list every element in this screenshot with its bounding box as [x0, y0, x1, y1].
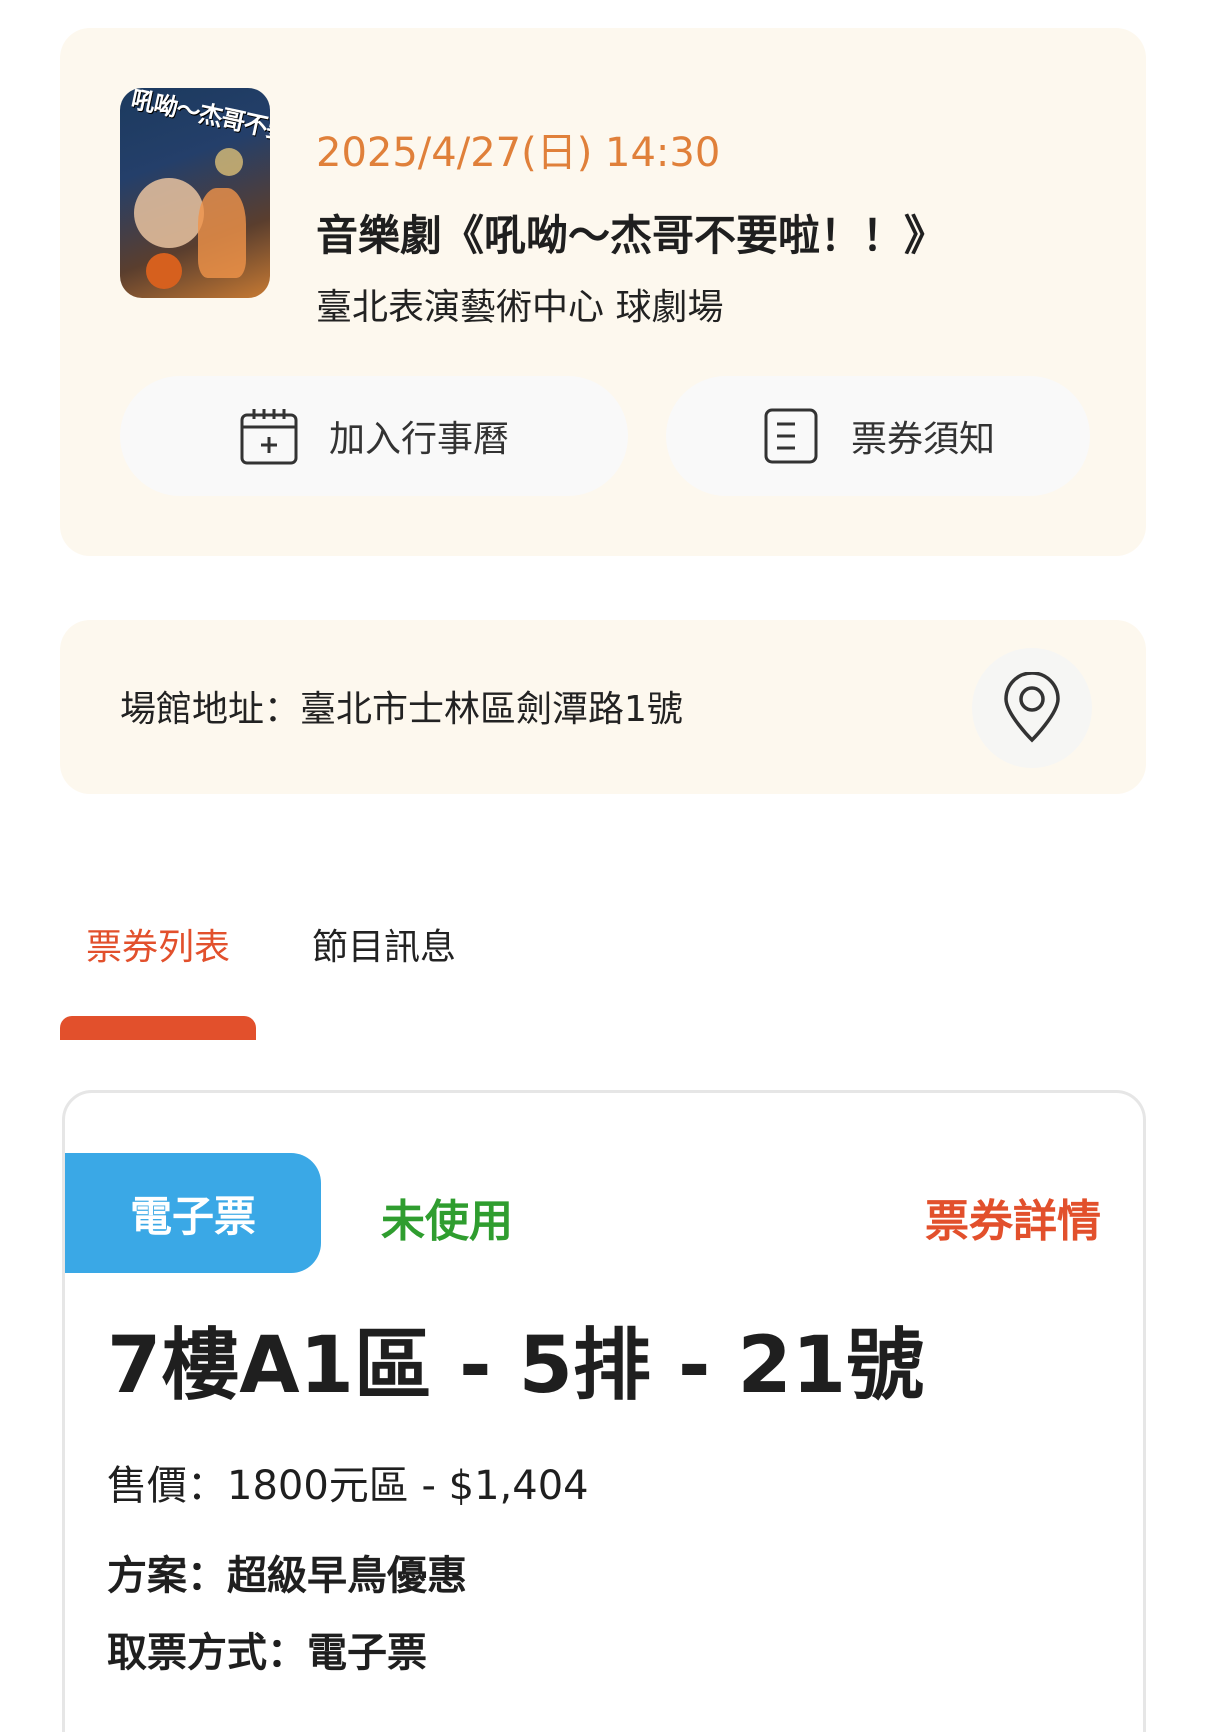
map-button[interactable] — [972, 648, 1092, 768]
add-to-calendar-button[interactable]: 加入行事曆 — [120, 376, 628, 496]
ticket-plan: 方案：超級早鳥優惠 — [107, 1553, 467, 1599]
seat-info: 7樓A1區 - 5排 - 21號 — [107, 1321, 925, 1411]
venue-address-card: 場館地址：臺北市士林區劍潭路1號 — [60, 620, 1146, 794]
ticket-notice-label: 票券須知 — [850, 419, 995, 460]
poster-decoration — [146, 253, 182, 289]
ticket-detail-link[interactable]: 票券詳情 — [925, 1185, 1101, 1249]
ticket-pickup-method: 取票方式：電子票 — [107, 1630, 427, 1676]
ticket-notice-button[interactable]: 票券須知 — [666, 376, 1090, 496]
poster-decoration — [134, 178, 204, 248]
event-poster[interactable]: 吼呦～杰哥不要啦!! — [120, 88, 270, 298]
ticket-status: 未使用 — [381, 1196, 513, 1247]
ticket-price: 售價：1800元區 - $1,404 — [107, 1463, 589, 1509]
poster-title: 吼呦～杰哥不要啦!! — [128, 88, 270, 155]
ticket-type-badge: 電子票 — [65, 1153, 321, 1273]
event-venue: 臺北表演藝術中心 球劇場 — [316, 287, 724, 328]
event-date-time: 2025/4/27(日) 14:30 — [316, 130, 721, 176]
poster-decoration — [198, 188, 246, 278]
poster-decoration — [215, 148, 243, 176]
tab-program-info[interactable]: 節目訊息 — [312, 918, 456, 970]
event-card: 吼呦～杰哥不要啦!! 2025/4/27(日) 14:30 音樂劇《吼呦～杰哥不… — [60, 28, 1146, 556]
add-to-calendar-label: 加入行事曆 — [328, 419, 509, 460]
tab-bar: 票券列表 節目訊息 — [60, 900, 1146, 1040]
event-title: 音樂劇《吼呦～杰哥不要啦！！》 — [316, 211, 947, 260]
tab-ticket-list[interactable]: 票券列表 — [86, 918, 230, 970]
calendar-add-icon — [240, 409, 298, 465]
map-pin-icon — [1004, 672, 1060, 743]
document-list-icon — [764, 408, 818, 464]
venue-address: 場館地址：臺北市士林區劍潭路1號 — [120, 689, 683, 730]
active-tab-indicator — [60, 1016, 256, 1040]
ticket-card[interactable]: 電子票 未使用 票券詳情 7樓A1區 - 5排 - 21號 售價：1800元區 … — [62, 1090, 1146, 1732]
